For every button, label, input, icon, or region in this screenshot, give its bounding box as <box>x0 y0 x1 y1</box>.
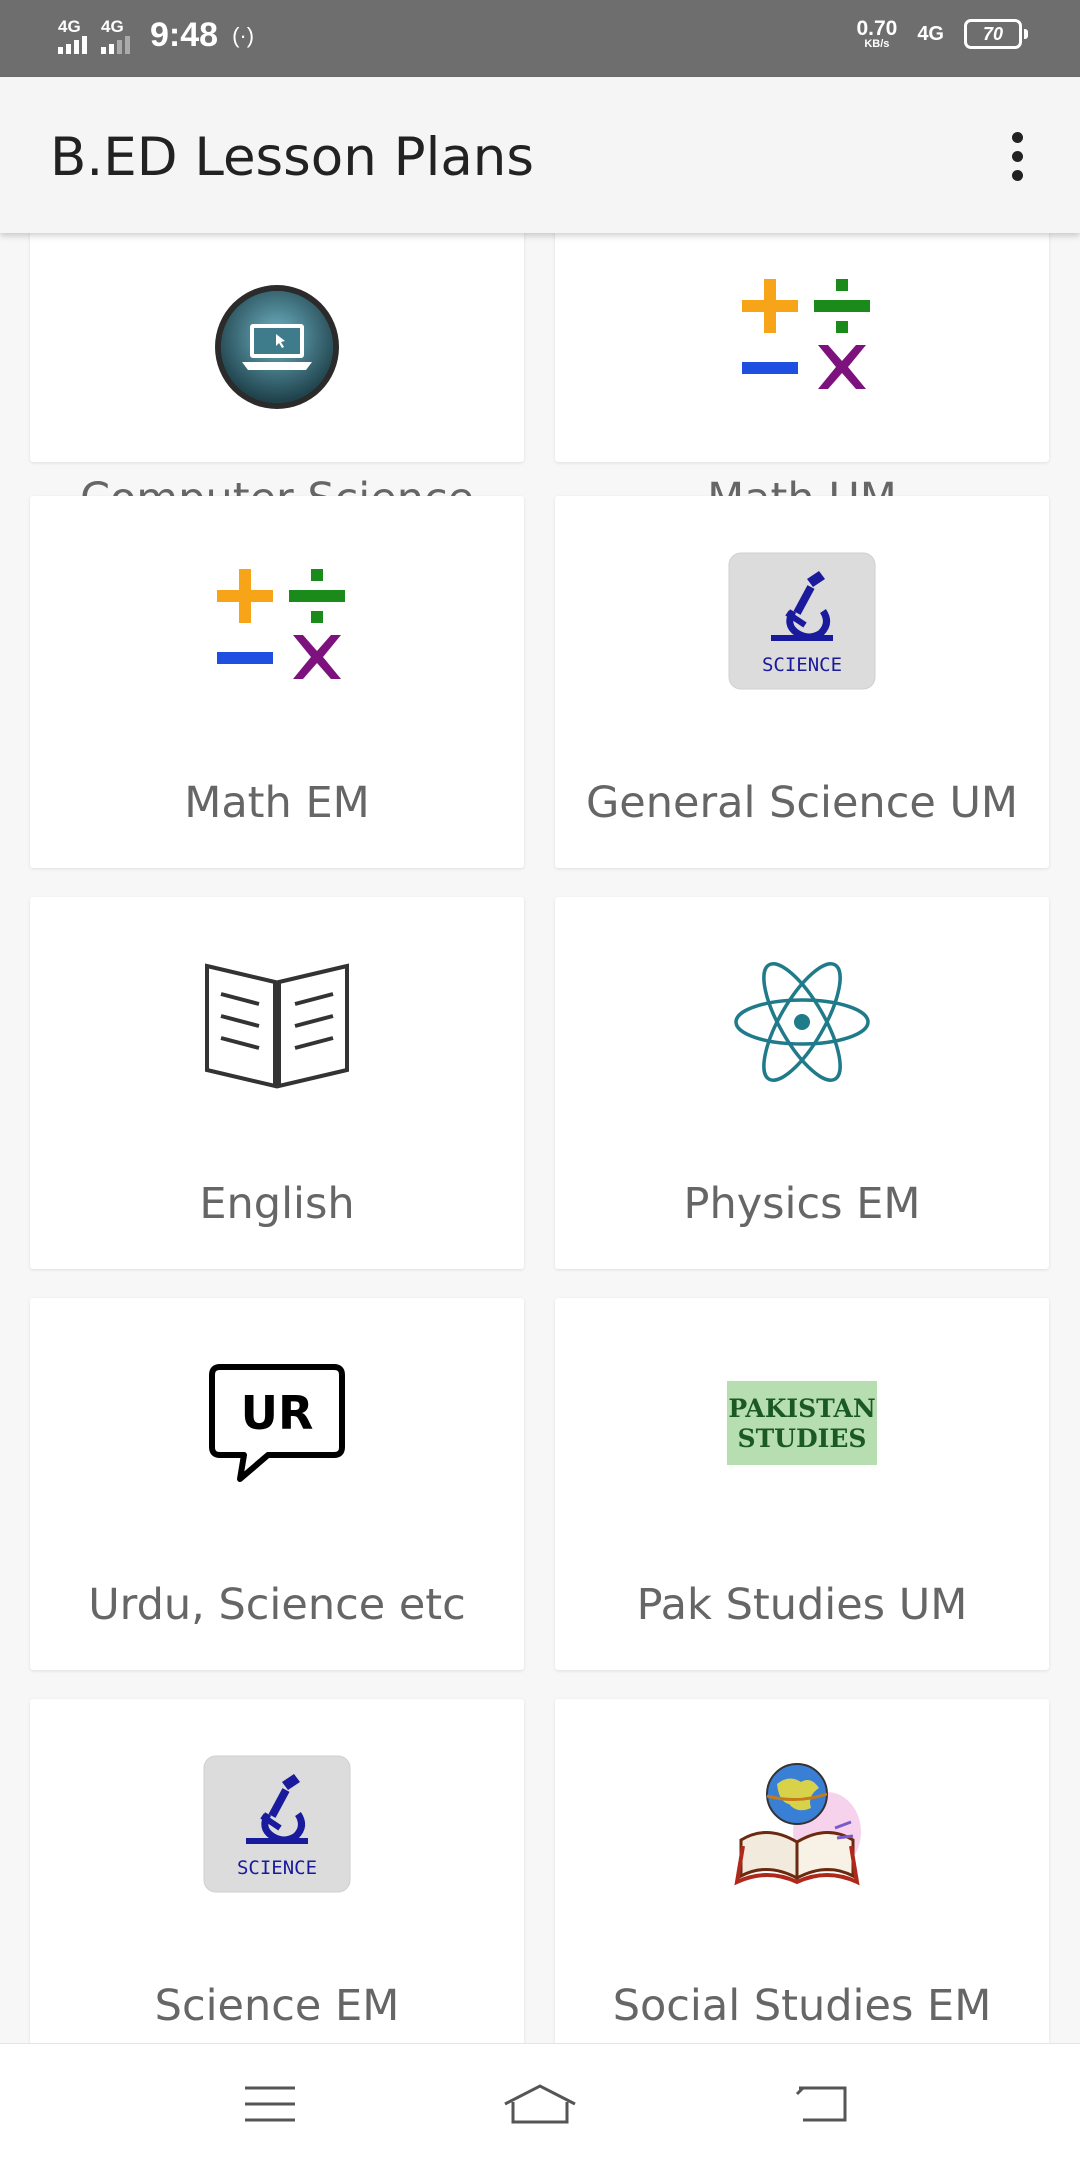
back-nav-button[interactable] <box>783 2074 863 2134</box>
svg-text:UR: UR <box>241 1386 314 1440</box>
category-label: General Science UM <box>585 778 1019 828</box>
hotspot-icon: (·) <box>232 22 255 48</box>
category-label: Math EM <box>184 778 370 828</box>
svg-text:SCIENCE: SCIENCE <box>762 654 842 676</box>
home-icon <box>504 2084 576 2124</box>
hamburger-icon <box>245 2086 295 2122</box>
back-icon <box>795 2086 847 2122</box>
network-speed: 0.70 KB/s <box>856 17 898 50</box>
category-label: Social Studies EM <box>612 1981 992 2031</box>
category-label: Science EM <box>154 1981 400 2031</box>
category-card-physics-em[interactable]: Physics EM <box>555 897 1049 1269</box>
more-vertical-icon <box>1011 131 1023 181</box>
category-card-english[interactable]: English <box>30 897 524 1269</box>
svg-text:SCIENCE: SCIENCE <box>237 1857 317 1879</box>
network-type: 4G <box>917 22 944 45</box>
clock: 9:48 <box>150 16 219 54</box>
category-card-general-science-um[interactable]: SCIENCE General Science UM <box>555 496 1049 868</box>
category-label: Physics EM <box>683 1179 921 1229</box>
svg-text:PAKISTAN: PAKISTAN <box>728 1394 875 1423</box>
category-card-science-em[interactable]: SCIENCE Science EM <box>30 1699 524 2043</box>
category-label: English <box>199 1179 355 1229</box>
microscope-icon: SCIENCE <box>722 546 882 696</box>
category-grid: Computer Science Math UM <box>0 233 1080 2043</box>
category-card-social-studies-em[interactable]: Social Studies EM <box>555 1699 1049 2043</box>
navigation-bar <box>0 2043 1080 2161</box>
home-nav-button[interactable] <box>500 2074 580 2134</box>
category-card-computer-science[interactable]: Computer Science <box>30 233 524 524</box>
laptop-icon <box>197 272 357 422</box>
battery-icon: 70 <box>964 19 1028 49</box>
page-title: B.ED Lesson Plans <box>50 127 535 188</box>
menu-nav-button[interactable] <box>230 2074 310 2134</box>
status-bar: 4G 4G 9:48 (·) 0.70 KB/s 4G 70 <box>0 0 1080 77</box>
math-symbols-icon <box>722 264 882 414</box>
more-options-button[interactable] <box>982 121 1052 191</box>
signal-strength-icon: 4G <box>58 17 87 54</box>
signal-strength-icon: 4G <box>101 17 130 54</box>
category-label: Pak Studies UM <box>636 1580 968 1630</box>
speech-bubble-icon: UR <box>197 1348 357 1498</box>
app-bar: B.ED Lesson Plans <box>0 77 1080 233</box>
open-book-icon <box>197 947 357 1097</box>
microscope-icon: SCIENCE <box>197 1749 357 1899</box>
category-card-urdu-science[interactable]: UR Urdu, Science etc <box>30 1298 524 1670</box>
category-card-math-um[interactable]: Math UM <box>555 233 1049 524</box>
atom-icon <box>722 947 882 1097</box>
svg-text:STUDIES: STUDIES <box>738 1424 867 1453</box>
category-label: Urdu, Science etc <box>88 1580 466 1630</box>
math-symbols-icon <box>197 554 357 704</box>
category-card-math-em[interactable]: Math EM <box>30 496 524 868</box>
pakistan-studies-icon: PAKISTAN STUDIES <box>722 1348 882 1498</box>
globe-book-icon <box>722 1749 882 1899</box>
category-card-pak-studies-um[interactable]: PAKISTAN STUDIES Pak Studies UM <box>555 1298 1049 1670</box>
